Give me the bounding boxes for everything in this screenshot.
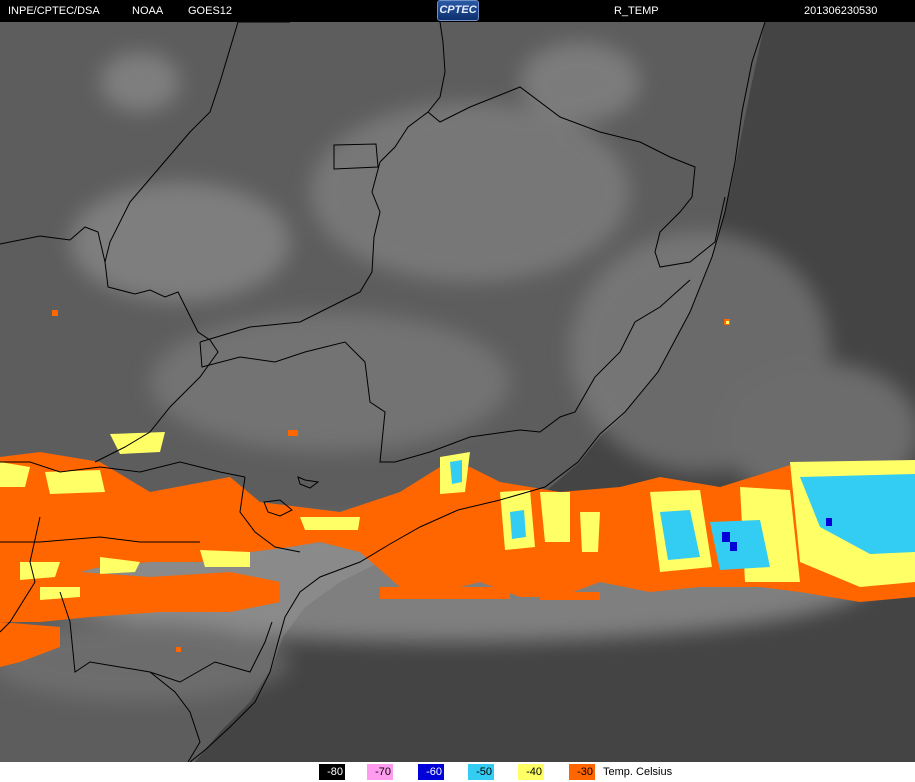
legend-label-minus40: -40 [526,766,542,778]
temperature-legend: -80 -70 -60 -50 -40 -30 Temp. Celsius [0,762,915,782]
satellite-map [0,22,915,762]
agency-label: NOAA [132,5,164,17]
legend-label-minus50: -50 [476,766,492,778]
timestamp-label: 201306230530 [804,5,878,17]
satellite-label: GOES12 [188,5,233,17]
legend-label-minus70: -70 [375,766,391,778]
legend-label-minus30: -30 [577,766,593,778]
legend-swatch-minus30: -30 [569,764,595,780]
legend-caption: Temp. Celsius [603,766,673,778]
cptec-logo: CPTEC [437,0,479,21]
legend-swatch-minus60: -60 [418,764,444,780]
source-label: INPE/CPTEC/DSA [8,5,100,17]
legend-swatch-minus50: -50 [468,764,494,780]
legend-swatch-minus70: -70 [367,764,393,780]
legend-label-minus80: -80 [327,766,343,778]
legend-swatch-minus40: -40 [518,764,544,780]
header-bar: INPE/CPTEC/DSA NOAA GOES12 CPTEC R_TEMP … [0,0,915,22]
legend-swatch-minus80: -80 [319,764,345,780]
legend-label-minus60: -60 [426,766,442,778]
logo-text: CPTEC [439,4,477,16]
product-label: R_TEMP [614,5,659,17]
